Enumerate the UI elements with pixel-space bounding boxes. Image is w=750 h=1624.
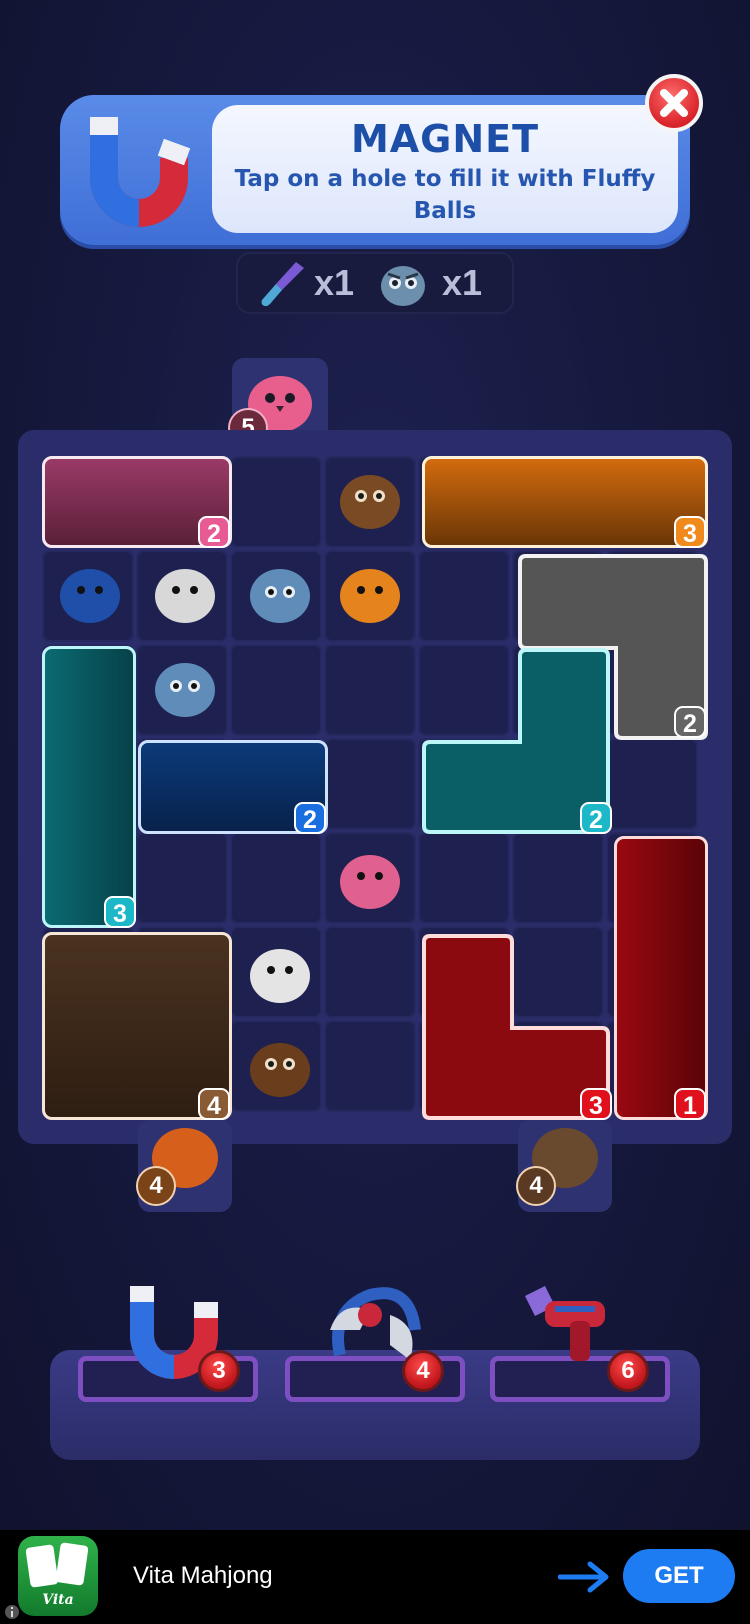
board-cell[interactable]	[230, 644, 322, 736]
gray-block-count: 2	[674, 706, 706, 738]
red-vertical-block-count: 1	[674, 1088, 706, 1120]
blue-block-count: 2	[294, 802, 326, 834]
orange-bird[interactable]	[335, 560, 405, 626]
teal-l-block[interactable]: 2	[422, 646, 614, 834]
get-button[interactable]: GET	[623, 1549, 735, 1603]
red-l-block[interactable]: 3	[422, 932, 614, 1120]
grabber-count: 4	[402, 1350, 444, 1392]
magnet-tooltip: MAGNET Tap on a hole to fill it with Flu…	[60, 95, 690, 245]
brush-icon	[261, 262, 304, 307]
board-cell[interactable]	[324, 1020, 416, 1112]
arrow-right-icon	[558, 1561, 609, 1593]
brown-block-count: 4	[198, 1088, 230, 1120]
owl-bird[interactable]	[150, 654, 220, 720]
bottom-left-gate-count: 4	[136, 1166, 176, 1206]
brown-bird[interactable]	[335, 466, 405, 532]
orange-block-count: 3	[674, 516, 706, 548]
board-cell[interactable]	[512, 832, 604, 924]
close-icon	[660, 89, 688, 117]
teal-l-block-count: 2	[580, 802, 612, 834]
blaster-count: 6	[607, 1350, 649, 1392]
bottom-right-gate-count: 4	[516, 1166, 556, 1206]
blue-bird[interactable]	[55, 560, 125, 626]
board-cell[interactable]	[136, 832, 228, 924]
pink-block[interactable]: 2	[42, 456, 232, 548]
magnet-icon	[90, 117, 191, 227]
brown-bird[interactable]	[245, 1034, 315, 1100]
pink-block-count: 2	[198, 516, 230, 548]
red-l-block-count: 3	[580, 1088, 612, 1120]
brush-count: x1	[314, 262, 355, 303]
info-icon[interactable]	[4, 1604, 20, 1620]
white-bird[interactable]	[245, 940, 315, 1006]
brown-block[interactable]: 4	[42, 932, 232, 1120]
bottom-right-gate: 4	[516, 1120, 612, 1212]
board-cell[interactable]	[230, 456, 322, 548]
tooltip-title: MAGNET	[350, 117, 540, 161]
board-cell[interactable]	[324, 644, 416, 736]
magnet-count: 3	[198, 1350, 240, 1392]
board-cell[interactable]	[418, 550, 510, 642]
white-bird[interactable]	[150, 560, 220, 626]
tooltip-panel: MAGNET Tap on a hole to fill it with Flu…	[212, 105, 678, 233]
ad-app-name: Vita Mahjong	[133, 1562, 273, 1589]
owl-icon	[381, 266, 425, 306]
teal-vertical-block[interactable]: 3	[42, 646, 136, 928]
orange-block[interactable]: 3	[422, 456, 708, 548]
board-cell[interactable]	[230, 832, 322, 924]
board-cell[interactable]	[324, 738, 416, 830]
board-cell[interactable]	[324, 926, 416, 1018]
board-cell[interactable]	[606, 738, 698, 830]
vita-mahjong-app-icon[interactable]: Vita	[18, 1536, 98, 1616]
owl-count: x1	[442, 262, 483, 303]
bottom-left-gate: 4	[136, 1120, 232, 1212]
close-button[interactable]	[645, 74, 703, 132]
board-cell[interactable]	[418, 832, 510, 924]
owl-bird[interactable]	[245, 560, 315, 626]
red-vertical-block[interactable]: 1	[614, 836, 708, 1120]
pink-bird[interactable]	[335, 846, 405, 912]
inventory-bar: x1 x1	[236, 252, 514, 314]
ad-icon-caption: Vita	[42, 1592, 74, 1608]
teal-vertical-block-count: 3	[104, 896, 136, 928]
blue-block[interactable]: 2	[138, 740, 328, 834]
tooltip-description: Tap on a hole to fill it with Fluffy Bal…	[234, 166, 656, 224]
